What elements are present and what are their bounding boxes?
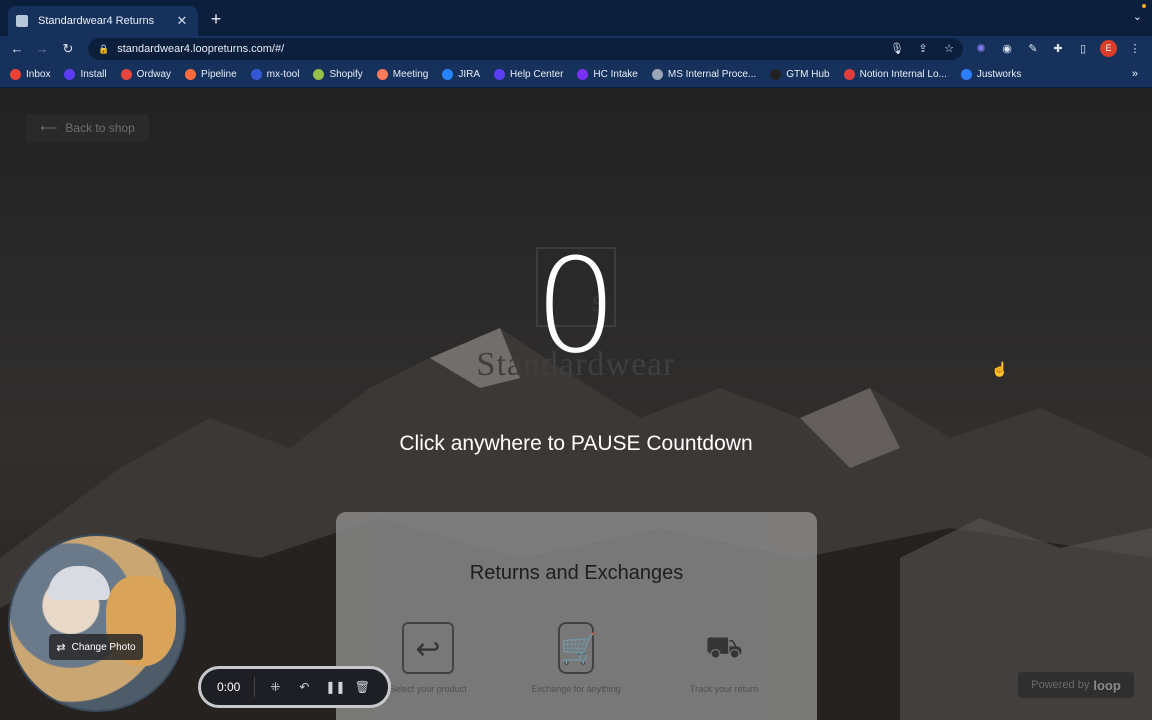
back-arrow-icon[interactable]: ← xyxy=(8,40,26,58)
recording-timer: 0:00 xyxy=(217,680,241,694)
bookmark-favicon-icon xyxy=(250,69,262,80)
returns-card: Returns and Exchanges ↩ Select your prod… xyxy=(336,512,817,720)
extensions-puzzle-icon[interactable]: ✚ xyxy=(1049,40,1067,58)
bookmark-label: Shopify xyxy=(329,69,363,80)
hand-cursor-icon: ☝ xyxy=(991,361,1009,377)
microphone-icon[interactable]: 🎙 xyxy=(888,40,906,58)
extension-grammarly-icon[interactable]: ◉ xyxy=(998,40,1016,58)
extension-loom-icon[interactable]: ✺ xyxy=(972,40,990,58)
bookmark-item[interactable]: Install xyxy=(64,69,107,80)
tab-search-icon[interactable]: ⌄ xyxy=(1133,10,1142,23)
bookmark-item[interactable]: Help Center xyxy=(494,69,563,80)
bookmark-label: MS Internal Proce... xyxy=(667,69,757,80)
browser-menu-icon[interactable]: ⋮ xyxy=(1126,40,1144,58)
bookmark-label: HC Intake xyxy=(593,69,638,80)
countdown-number: 0 xyxy=(534,230,618,382)
bookmark-favicon-icon xyxy=(651,69,663,80)
share-icon[interactable]: ⇪ xyxy=(914,40,932,58)
bookmark-item[interactable]: GTM Hub xyxy=(770,69,830,80)
step-exchange: 🛒 Exchange for anything xyxy=(506,622,646,694)
pause-icon[interactable]: ❚❚ xyxy=(325,679,345,695)
change-photo-button[interactable]: ⇄ Change Photo xyxy=(49,634,143,660)
arrow-left-icon: ⟵ xyxy=(40,121,58,135)
bookmark-label: Meeting xyxy=(392,69,429,80)
bookmark-label: Help Center xyxy=(510,69,564,80)
bookmark-favicon-icon xyxy=(185,69,197,80)
bookmark-favicon-icon xyxy=(494,69,506,80)
bookmark-item[interactable]: mx-tool xyxy=(250,69,300,80)
bookmark-favicon-icon xyxy=(313,69,325,80)
bookmark-item[interactable]: Justworks xyxy=(960,69,1022,80)
side-panel-icon[interactable]: ▯ xyxy=(1074,40,1092,58)
bookmark-favicon-icon xyxy=(10,69,21,80)
bookmark-label: Notion Internal Lo... xyxy=(859,69,947,80)
tab-title: Standardwear4 Returns xyxy=(38,15,155,27)
pause-countdown-message[interactable]: Click anywhere to PAUSE Countdown xyxy=(276,432,876,456)
bookmark-label: JIRA xyxy=(458,69,481,80)
browser-toolbar: ← → ↻ 🔒 standardwear4.loopreturns.com/#/… xyxy=(0,36,1152,62)
new-tab-button[interactable]: + xyxy=(206,9,226,29)
step-label: Track your return xyxy=(689,684,759,694)
webcam-person xyxy=(48,566,110,600)
bookmarks-bar: Inbox Install Ordway Pipeline mx-tool Shopify… xyxy=(0,62,1152,88)
step-label: Exchange for anything xyxy=(531,684,621,694)
bookmark-item[interactable]: Notion Internal Lo... xyxy=(843,69,947,80)
browser-tab[interactable]: Standardwear4 Returns ✕ xyxy=(8,6,198,36)
bookmark-item[interactable]: Inbox xyxy=(10,69,50,80)
trash-icon[interactable]: 🗑 xyxy=(354,679,370,695)
bookmark-star-icon[interactable]: ☆ xyxy=(940,40,958,58)
bookmark-item[interactable]: Shopify xyxy=(313,69,363,80)
bookmark-label: Ordway xyxy=(136,69,172,80)
phone-cart-icon: 🛒 xyxy=(558,622,597,674)
bookmark-label: mx-tool xyxy=(266,69,300,80)
recording-controls: 0:00 ⁜ ↶ ❚❚ 🗑 xyxy=(198,666,391,708)
bookmark-item[interactable]: HC Intake xyxy=(577,69,638,80)
bookmark-label: Justworks xyxy=(976,69,1022,80)
lock-icon: 🔒 xyxy=(98,43,110,54)
swap-icon: ⇄ xyxy=(56,641,66,654)
bookmark-favicon-icon xyxy=(770,69,782,80)
change-photo-label: Change Photo xyxy=(71,641,136,653)
address-bar[interactable]: 🔒 standardwear4.loopreturns.com/#/ xyxy=(88,38,963,60)
truck-icon: ⛟ xyxy=(705,631,743,664)
step-track: ⛟ Track your return xyxy=(654,622,794,694)
forward-arrow-icon[interactable]: → xyxy=(33,40,51,58)
reload-icon[interactable]: ↻ xyxy=(59,40,77,58)
bookmark-favicon-icon xyxy=(64,69,76,80)
url-text: standardwear4.loopreturns.com/#/ xyxy=(117,43,285,55)
bookmark-item[interactable]: Ordway xyxy=(120,69,172,80)
back-to-shop-button[interactable]: ⟵ Back to shop xyxy=(26,114,149,142)
bookmarks-overflow-icon[interactable]: » xyxy=(1132,68,1138,80)
box-return-icon: ↩ xyxy=(402,622,454,674)
bookmark-label: GTM Hub xyxy=(786,69,830,80)
drawing-tools-icon[interactable]: ⁜ xyxy=(267,679,283,695)
bookmark-item[interactable]: JIRA xyxy=(442,69,480,80)
bookmark-favicon-icon xyxy=(577,69,589,80)
tab-favicon-icon xyxy=(16,15,28,27)
bookmark-label: Install xyxy=(80,69,107,80)
card-title: Returns and Exchanges xyxy=(469,562,684,584)
loop-brand: loop xyxy=(1093,677,1121,693)
powered-by-loop[interactable]: Powered by loop xyxy=(1018,672,1134,698)
bookmark-favicon-icon xyxy=(442,69,454,80)
profile-avatar[interactable]: E xyxy=(1100,40,1117,57)
webcam-bubble[interactable] xyxy=(8,534,186,712)
bookmark-item[interactable]: Pipeline xyxy=(185,69,237,80)
browser-tab-bar: Standardwear4 Returns ✕ + ⌄ xyxy=(0,0,1152,36)
bookmark-label: Pipeline xyxy=(201,69,237,80)
tab-close-icon[interactable]: ✕ xyxy=(174,13,190,29)
divider xyxy=(254,677,256,697)
extension-pen-icon[interactable]: ✎ xyxy=(1024,40,1042,58)
bookmark-favicon-icon xyxy=(960,69,972,80)
powered-prefix: Powered by xyxy=(1031,679,1090,691)
bookmark-favicon-icon xyxy=(843,69,855,80)
bookmark-item[interactable]: Meeting xyxy=(376,69,429,80)
restart-icon[interactable]: ↶ xyxy=(296,679,312,695)
back-to-shop-label: Back to shop xyxy=(65,121,135,135)
bookmark-favicon-icon xyxy=(376,69,388,80)
bookmark-item[interactable]: MS Internal Proce... xyxy=(651,69,757,80)
bookmark-label: Inbox xyxy=(26,69,51,80)
notification-dot-icon xyxy=(1142,4,1146,8)
bookmark-favicon-icon xyxy=(120,69,132,80)
